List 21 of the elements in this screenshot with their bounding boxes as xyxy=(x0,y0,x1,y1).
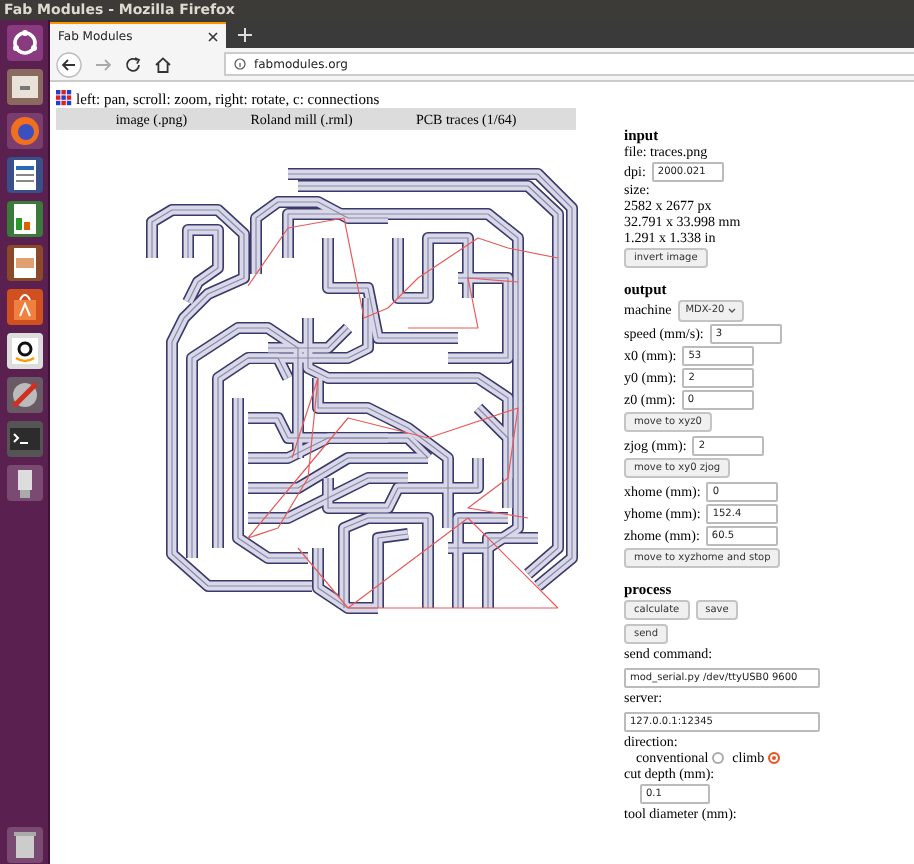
document-icon[interactable] xyxy=(5,156,43,194)
plus-icon[interactable] xyxy=(238,28,252,42)
info-icon[interactable] xyxy=(234,58,246,70)
close-icon[interactable] xyxy=(208,31,218,41)
chevron-icon xyxy=(728,307,737,313)
home-icon[interactable] xyxy=(154,55,172,73)
file-cabinet-icon[interactable] xyxy=(5,68,43,106)
spreadsheet-icon[interactable] xyxy=(5,200,43,238)
smile-arrow-icon[interactable] xyxy=(5,332,43,370)
ubuntu-logo-icon[interactable] xyxy=(5,24,43,62)
trash-icon[interactable] xyxy=(5,826,43,864)
back-icon[interactable] xyxy=(56,51,82,77)
reload-icon[interactable] xyxy=(124,55,142,73)
presentation-icon[interactable] xyxy=(5,244,43,282)
usb-drive-icon[interactable] xyxy=(5,464,43,502)
terminal-icon[interactable] xyxy=(5,420,43,458)
fox-globe-icon[interactable] xyxy=(5,112,43,150)
shopping-bag-icon[interactable] xyxy=(5,288,43,326)
radio-button[interactable] xyxy=(712,752,725,764)
grid-icon xyxy=(56,90,72,106)
radio-button[interactable] xyxy=(768,752,781,764)
